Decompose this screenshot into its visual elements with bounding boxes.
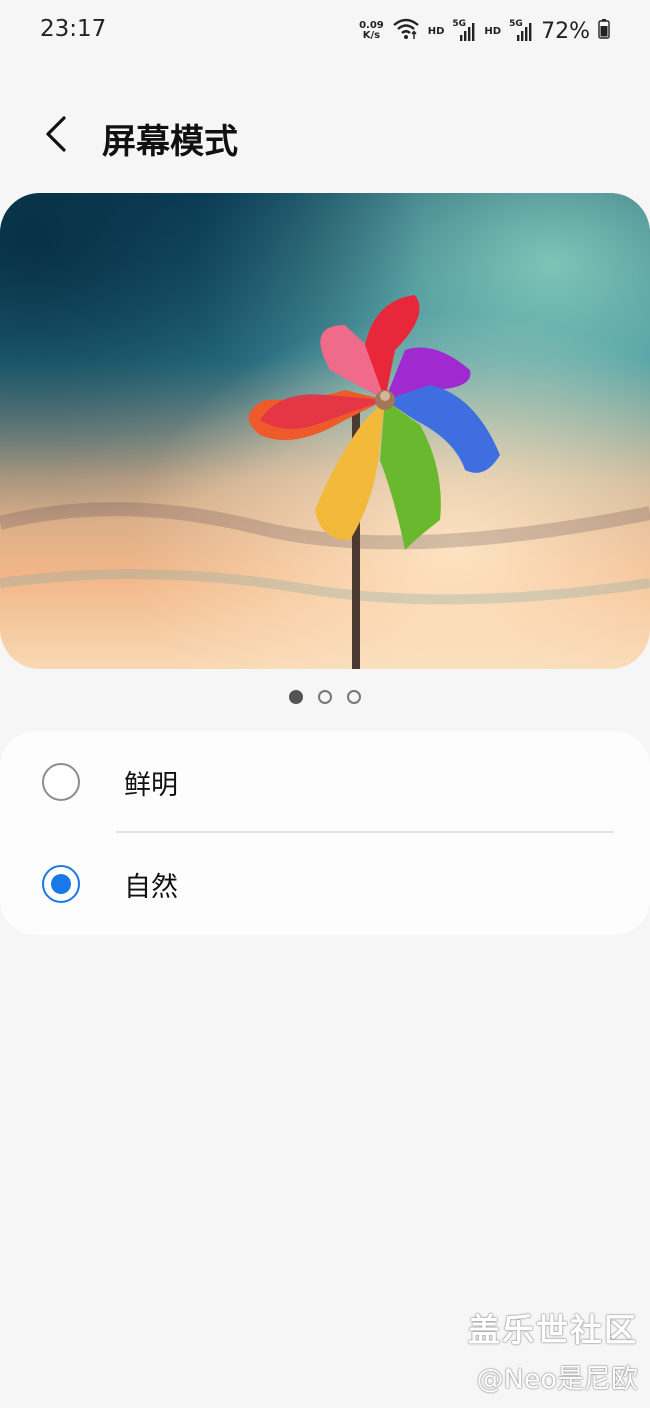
pager-dot-2[interactable] [318,690,332,704]
preview-pager [0,687,650,707]
battery-percentage: 72% [541,18,590,44]
watermark-author: @Neo是尼欧 [476,1364,638,1395]
back-arrow-icon [42,114,70,158]
signal-sim2: 5G [509,19,533,43]
battery-icon [598,19,610,43]
pager-dot-3[interactable] [347,690,361,704]
status-time: 23:17 [40,16,107,42]
option-label-vivid: 鲜明 [124,770,178,801]
status-bar: 23:17 0.09 K/s HD 5G HD 5G 72% [0,0,650,62]
app-header: 屏幕模式 [0,100,650,172]
back-button[interactable] [30,110,82,162]
natural-radio[interactable] [42,865,80,903]
option-natural[interactable]: 自然 [0,833,650,935]
option-label-natural: 自然 [124,872,178,903]
pinwheel-illustration [0,193,650,669]
watermark-community: 盖乐世社区 [467,1311,638,1349]
vivid-radio[interactable] [42,763,80,801]
hd-badge-2: HD [484,25,502,37]
screen-mode-options: 鲜明 自然 [0,731,650,935]
wifi-icon [392,18,420,44]
page-title: 屏幕模式 [102,122,238,162]
signal-sim1: 5G [452,19,476,43]
preview-image[interactable] [0,193,650,669]
status-icons: 0.09 K/s HD 5G HD 5G 72% [359,14,610,48]
network-speed-unit: K/s [362,30,381,41]
watermark: 盖乐世社区 @Neo是尼欧 [468,1305,638,1396]
option-vivid[interactable]: 鲜明 [0,731,650,833]
pager-dot-1[interactable] [289,690,303,704]
hd-badge-1: HD [427,25,445,37]
network-speed: 0.09 K/s [359,21,384,41]
